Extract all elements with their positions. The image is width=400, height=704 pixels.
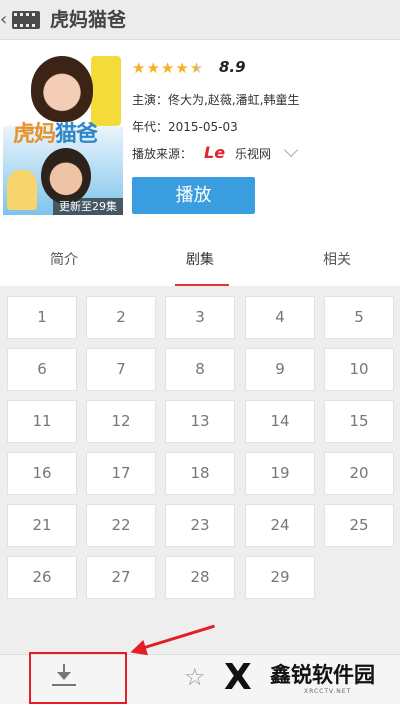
episode-button[interactable]: 3 [165,296,235,339]
episode-button[interactable]: 23 [165,504,235,547]
episode-button[interactable]: 11 [7,400,77,443]
star-icon: ★ [132,59,147,77]
episode-button[interactable]: 26 [7,556,77,599]
episode-grid: 1 2 3 4 5 6 7 8 9 10 11 12 13 14 15 16 17 18 19 20 21 22 23 24 2… [0,286,400,654]
episode-button[interactable]: 10 [324,348,394,391]
source-label: 播放来源： [132,147,193,161]
rating-score: 8.9 [219,58,246,76]
episode-button[interactable]: 27 [86,556,156,599]
rating-stars: ★★★★★ [132,58,204,78]
episode-button[interactable]: 18 [165,452,235,495]
film-icon [12,11,40,29]
poster-logo-part-b: 猫爸 [55,121,98,147]
episode-button[interactable]: 28 [165,556,235,599]
episode-button[interactable]: 13 [165,400,235,443]
poster-image[interactable]: 虎妈猫爸 更新至29集 [3,52,123,215]
watermark-site: XRCCTV.NET [304,688,352,695]
highlight-box [29,652,127,704]
episode-button[interactable]: 12 [86,400,156,443]
star-icon: ★ [160,59,176,77]
episode-button[interactable]: 7 [86,348,156,391]
poster-logo-part-a: 虎妈 [13,121,56,147]
episode-button[interactable]: 8 [165,348,235,391]
poster-child [7,170,37,210]
cast-text: 主演：佟大为,赵薇,潘虹,韩童生 [132,93,300,107]
tab-episodes[interactable]: 剧集 [160,238,240,282]
episode-button[interactable]: 16 [7,452,77,495]
watermark-name: 鑫锐软件园 [270,663,375,687]
episode-button[interactable]: 6 [7,348,77,391]
star-half-icon: ★ [189,59,205,77]
episode-button[interactable]: 19 [245,452,315,495]
page-title: 虎妈猫爸 [50,9,127,31]
poster-logo: 虎妈猫爸 [13,116,98,148]
favorite-star-icon[interactable]: ☆ [184,664,206,690]
back-icon[interactable]: ‹ [0,9,10,31]
year-text: 年代：2015-05-03 [132,120,238,134]
episode-button[interactable]: 4 [245,296,315,339]
chevron-down-icon[interactable] [283,142,299,158]
update-badge: 更新至29集 [53,198,123,215]
episode-button[interactable]: 14 [245,400,315,443]
watermark: X 鑫锐软件园 XRCCTV.NET [218,652,400,704]
episode-button[interactable]: 5 [324,296,394,339]
episode-button[interactable]: 22 [86,504,156,547]
star-icon: ★ [175,59,190,77]
tab-bar: 简介 剧集 相关 [0,238,400,286]
tab-intro[interactable]: 简介 [24,238,104,282]
poster-actor [41,148,91,204]
episode-button[interactable]: 29 [245,556,315,599]
episode-button[interactable]: 15 [324,400,394,443]
episode-button[interactable]: 20 [324,452,394,495]
episode-button[interactable]: 1 [7,296,77,339]
poster-actress [31,56,93,122]
episode-button[interactable]: 25 [324,504,394,547]
episode-button[interactable]: 21 [7,504,77,547]
tab-related[interactable]: 相关 [297,238,377,282]
episode-button[interactable]: 9 [245,348,315,391]
episode-button[interactable]: 17 [86,452,156,495]
title-bar: ‹ 虎妈猫爸 [0,0,400,40]
play-button[interactable]: 播放 [132,177,255,214]
watermark-logo: X [224,657,252,698]
star-icon: ★ [146,59,161,77]
episode-button[interactable]: 2 [86,296,156,339]
episode-button[interactable]: 24 [245,504,315,547]
source-name[interactable]: 乐视网 [235,145,271,163]
letv-logo[interactable]: Le [204,142,225,164]
